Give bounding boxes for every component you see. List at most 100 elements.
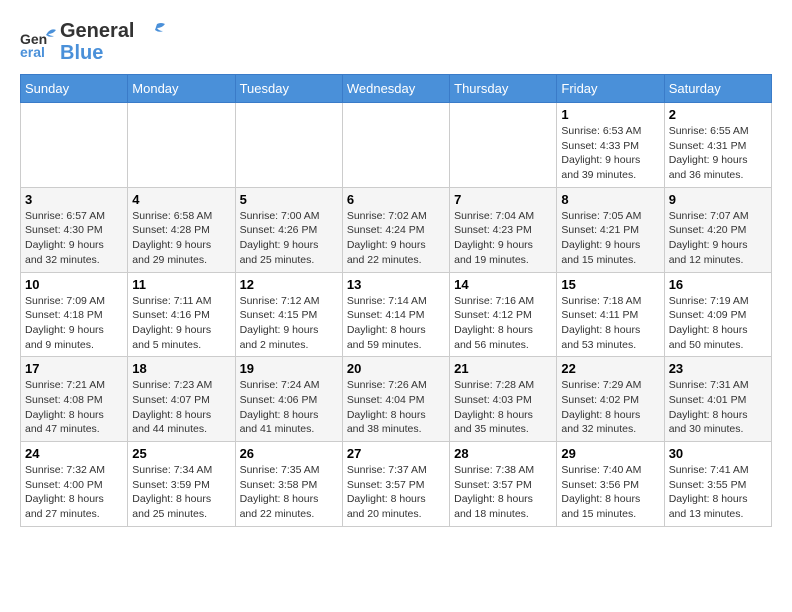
week-row-4: 17 Sunrise: 7:21 AM Sunset: 4:08 PM Dayli… — [21, 357, 772, 442]
day-cell — [21, 103, 128, 188]
logo: Gen eral General Blue — [20, 20, 165, 64]
day-cell: 6 Sunrise: 7:02 AM Sunset: 4:24 PM Daylig… — [342, 187, 449, 272]
day-cell: 9Sunrise: 7:07 AM Sunset: 4:20 PM Daylig… — [664, 187, 771, 272]
calendar: SundayMondayTuesdayWednesdayThursdayFrid… — [20, 74, 772, 527]
day-number: 7 — [454, 192, 552, 207]
week-row-5: 24 Sunrise: 7:32 AM Sunset: 4:00 PM Dayli… — [21, 442, 772, 527]
day-cell: 23 Sunrise: 7:31 AM Sunset: 4:01 PM Dayli… — [664, 357, 771, 442]
day-info: Sunrise: 7:14 AM Sunset: 4:14 PM Dayligh… — [347, 294, 445, 353]
day-info: Sunrise: 7:21 AM Sunset: 4:08 PM Dayligh… — [25, 378, 123, 437]
day-cell: 20 Sunrise: 7:26 AM Sunset: 4:04 PM Dayli… — [342, 357, 449, 442]
day-info: Sunrise: 7:00 AM Sunset: 4:26 PM Dayligh… — [240, 209, 338, 268]
day-cell: 3Sunrise: 6:57 AM Sunset: 4:30 PM Daylig… — [21, 187, 128, 272]
day-number: 1 — [561, 107, 659, 122]
day-number: 2 — [669, 107, 767, 122]
day-number: 25 — [132, 446, 230, 461]
day-info: Sunrise: 7:34 AM Sunset: 3:59 PM Dayligh… — [132, 463, 230, 522]
day-cell — [235, 103, 342, 188]
day-cell: 29Sunrise: 7:40 AM Sunset: 3:56 PM Dayli… — [557, 442, 664, 527]
svg-text:eral: eral — [20, 44, 45, 60]
day-cell: 28 Sunrise: 7:38 AM Sunset: 3:57 PM Dayli… — [450, 442, 557, 527]
day-number: 16 — [669, 277, 767, 292]
week-row-3: 10 Sunrise: 7:09 AM Sunset: 4:18 PM Dayli… — [21, 272, 772, 357]
day-info: Sunrise: 7:41 AM Sunset: 3:55 PM Dayligh… — [669, 463, 767, 522]
day-info: Sunrise: 7:11 AM Sunset: 4:16 PM Dayligh… — [132, 294, 230, 353]
day-number: 4 — [132, 192, 230, 207]
day-number: 28 — [454, 446, 552, 461]
day-number: 30 — [669, 446, 767, 461]
day-cell: 16Sunrise: 7:19 AM Sunset: 4:09 PM Dayli… — [664, 272, 771, 357]
day-number: 20 — [347, 361, 445, 376]
day-info: Sunrise: 7:23 AM Sunset: 4:07 PM Dayligh… — [132, 378, 230, 437]
day-info: Sunrise: 6:53 AM Sunset: 4:33 PM Dayligh… — [561, 124, 659, 183]
day-cell — [450, 103, 557, 188]
day-cell: 13 Sunrise: 7:14 AM Sunset: 4:14 PM Dayli… — [342, 272, 449, 357]
day-header-tuesday: Tuesday — [235, 75, 342, 103]
day-cell: 11 Sunrise: 7:11 AM Sunset: 4:16 PM Dayli… — [128, 272, 235, 357]
day-info: Sunrise: 7:37 AM Sunset: 3:57 PM Dayligh… — [347, 463, 445, 522]
day-info: Sunrise: 7:24 AM Sunset: 4:06 PM Dayligh… — [240, 378, 338, 437]
day-number: 17 — [25, 361, 123, 376]
day-number: 14 — [454, 277, 552, 292]
day-info: Sunrise: 7:28 AM Sunset: 4:03 PM Dayligh… — [454, 378, 552, 437]
logo-line2: Blue — [60, 42, 165, 64]
day-info: Sunrise: 7:02 AM Sunset: 4:24 PM Dayligh… — [347, 209, 445, 268]
day-header-friday: Friday — [557, 75, 664, 103]
day-cell: 27Sunrise: 7:37 AM Sunset: 3:57 PM Dayli… — [342, 442, 449, 527]
day-cell: 30 Sunrise: 7:41 AM Sunset: 3:55 PM Dayli… — [664, 442, 771, 527]
day-info: Sunrise: 6:57 AM Sunset: 4:30 PM Dayligh… — [25, 209, 123, 268]
day-cell: 24 Sunrise: 7:32 AM Sunset: 4:00 PM Dayli… — [21, 442, 128, 527]
day-cell: 26Sunrise: 7:35 AM Sunset: 3:58 PM Dayli… — [235, 442, 342, 527]
day-cell — [342, 103, 449, 188]
day-header-saturday: Saturday — [664, 75, 771, 103]
day-header-monday: Monday — [128, 75, 235, 103]
day-info: Sunrise: 7:16 AM Sunset: 4:12 PM Dayligh… — [454, 294, 552, 353]
day-info: Sunrise: 7:38 AM Sunset: 3:57 PM Dayligh… — [454, 463, 552, 522]
day-cell: 1 Sunrise: 6:53 AM Sunset: 4:33 PM Daylig… — [557, 103, 664, 188]
day-number: 10 — [25, 277, 123, 292]
day-info: Sunrise: 7:35 AM Sunset: 3:58 PM Dayligh… — [240, 463, 338, 522]
day-cell: 22 Sunrise: 7:29 AM Sunset: 4:02 PM Dayli… — [557, 357, 664, 442]
day-info: Sunrise: 7:18 AM Sunset: 4:11 PM Dayligh… — [561, 294, 659, 353]
day-number: 15 — [561, 277, 659, 292]
day-info: Sunrise: 7:26 AM Sunset: 4:04 PM Dayligh… — [347, 378, 445, 437]
day-header-thursday: Thursday — [450, 75, 557, 103]
week-row-2: 3Sunrise: 6:57 AM Sunset: 4:30 PM Daylig… — [21, 187, 772, 272]
day-info: Sunrise: 7:32 AM Sunset: 4:00 PM Dayligh… — [25, 463, 123, 522]
day-info: Sunrise: 7:12 AM Sunset: 4:15 PM Dayligh… — [240, 294, 338, 353]
day-number: 29 — [561, 446, 659, 461]
day-header-sunday: Sunday — [21, 75, 128, 103]
day-cell: 5 Sunrise: 7:00 AM Sunset: 4:26 PM Daylig… — [235, 187, 342, 272]
day-cell: 15 Sunrise: 7:18 AM Sunset: 4:11 PM Dayli… — [557, 272, 664, 357]
day-header-wednesday: Wednesday — [342, 75, 449, 103]
day-cell: 2 Sunrise: 6:55 AM Sunset: 4:31 PM Daylig… — [664, 103, 771, 188]
day-number: 19 — [240, 361, 338, 376]
day-number: 22 — [561, 361, 659, 376]
day-number: 23 — [669, 361, 767, 376]
day-cell: 12Sunrise: 7:12 AM Sunset: 4:15 PM Dayli… — [235, 272, 342, 357]
day-cell: 4Sunrise: 6:58 AM Sunset: 4:28 PM Daylig… — [128, 187, 235, 272]
day-number: 13 — [347, 277, 445, 292]
day-info: Sunrise: 7:31 AM Sunset: 4:01 PM Dayligh… — [669, 378, 767, 437]
day-cell: 25 Sunrise: 7:34 AM Sunset: 3:59 PM Dayli… — [128, 442, 235, 527]
day-number: 24 — [25, 446, 123, 461]
day-info: Sunrise: 7:04 AM Sunset: 4:23 PM Dayligh… — [454, 209, 552, 268]
page-header: Gen eral General Blue — [20, 20, 772, 64]
day-info: Sunrise: 7:09 AM Sunset: 4:18 PM Dayligh… — [25, 294, 123, 353]
day-cell: 10 Sunrise: 7:09 AM Sunset: 4:18 PM Dayli… — [21, 272, 128, 357]
day-cell: 21Sunrise: 7:28 AM Sunset: 4:03 PM Dayli… — [450, 357, 557, 442]
day-cell: 14 Sunrise: 7:16 AM Sunset: 4:12 PM Dayli… — [450, 272, 557, 357]
day-info: Sunrise: 7:29 AM Sunset: 4:02 PM Dayligh… — [561, 378, 659, 437]
day-number: 5 — [240, 192, 338, 207]
day-info: Sunrise: 7:05 AM Sunset: 4:21 PM Dayligh… — [561, 209, 659, 268]
day-cell: 7 Sunrise: 7:04 AM Sunset: 4:23 PM Daylig… — [450, 187, 557, 272]
logo-line1: General — [60, 20, 165, 42]
day-cell — [128, 103, 235, 188]
day-number: 9 — [669, 192, 767, 207]
day-number: 8 — [561, 192, 659, 207]
week-row-1: 1 Sunrise: 6:53 AM Sunset: 4:33 PM Daylig… — [21, 103, 772, 188]
day-number: 11 — [132, 277, 230, 292]
day-number: 6 — [347, 192, 445, 207]
day-cell: 8 Sunrise: 7:05 AM Sunset: 4:21 PM Daylig… — [557, 187, 664, 272]
day-info: Sunrise: 6:55 AM Sunset: 4:31 PM Dayligh… — [669, 124, 767, 183]
